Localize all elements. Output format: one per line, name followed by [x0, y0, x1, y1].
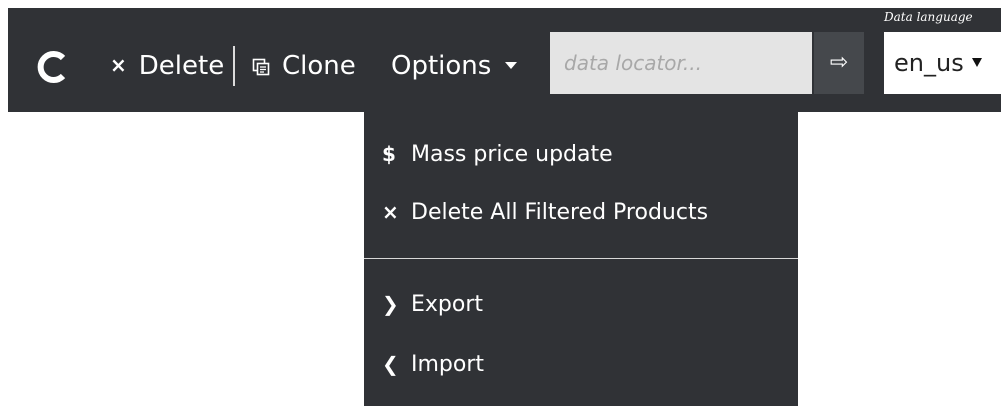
- menu-item-delete-all-filtered[interactable]: × Delete All Filtered Products: [382, 198, 708, 227]
- copy-icon: [252, 52, 270, 76]
- toolbar: × Delete Clone Options ⇨ Data language en…: [0, 0, 1001, 112]
- options-label: Options: [391, 51, 492, 81]
- options-dropdown-button[interactable]: Options: [391, 50, 518, 82]
- menu-item-label: Mass price update: [411, 142, 613, 167]
- menu-item-export[interactable]: ❯ Export: [382, 290, 483, 319]
- caret-down-icon: [505, 62, 518, 69]
- delete-button[interactable]: × Delete: [110, 50, 224, 83]
- go-button[interactable]: ⇨: [814, 32, 864, 94]
- options-menu: $ Mass price update × Delete All Filtere…: [364, 112, 798, 406]
- data-language-label: Data language: [884, 10, 973, 24]
- menu-item-label: Import: [411, 352, 485, 377]
- close-icon: ×: [382, 200, 399, 224]
- clone-label: Clone: [282, 51, 356, 81]
- clone-button[interactable]: Clone: [252, 50, 356, 82]
- caret-down-icon: [971, 58, 982, 67]
- arrow-right-icon: ⇨: [829, 50, 849, 75]
- data-locator-input[interactable]: [550, 32, 812, 94]
- menu-item-import[interactable]: ❮ Import: [382, 350, 484, 379]
- menu-item-label: Delete All Filtered Products: [411, 200, 709, 225]
- refresh-icon[interactable]: [36, 50, 70, 84]
- menu-item-label: Export: [411, 292, 484, 317]
- data-language-value: en_us: [894, 49, 964, 77]
- chevron-right-icon: ❯: [382, 292, 399, 316]
- chevron-left-icon: ❮: [382, 352, 399, 376]
- menu-divider: [364, 258, 798, 259]
- close-icon: ×: [110, 53, 127, 77]
- menu-item-mass-price-update[interactable]: $ Mass price update: [382, 140, 613, 169]
- data-language-select[interactable]: en_us: [884, 32, 1001, 94]
- dollar-icon: $: [382, 142, 396, 166]
- delete-label: Delete: [138, 51, 225, 81]
- toolbar-divider: [233, 46, 235, 86]
